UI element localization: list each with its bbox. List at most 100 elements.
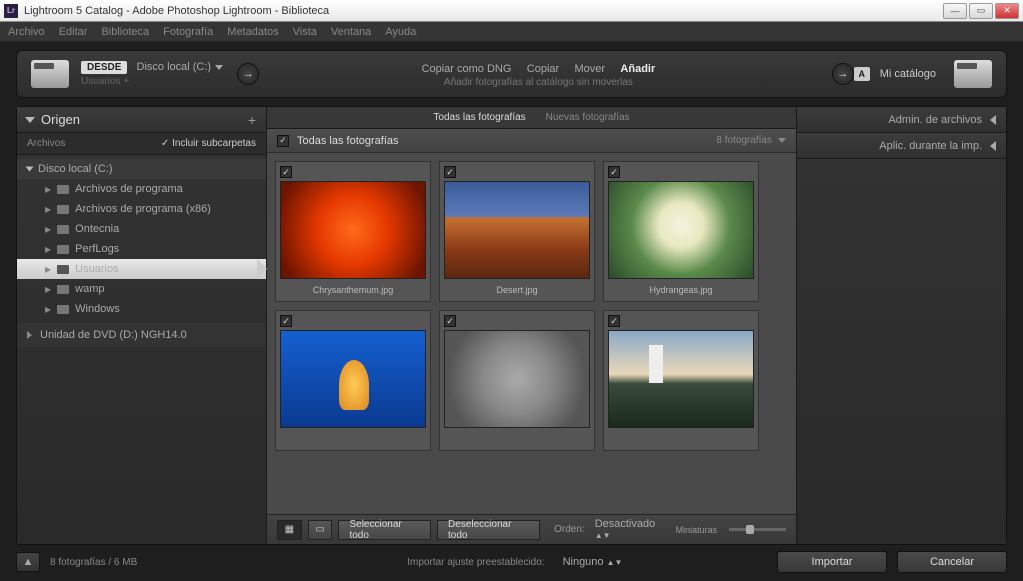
thumb-checkbox[interactable]: ✓ (280, 166, 292, 178)
import-button[interactable]: Importar (777, 551, 887, 573)
menu-ayuda[interactable]: Ayuda (385, 26, 416, 38)
window-title: Lightroom 5 Catalog - Adobe Photoshop Li… (24, 5, 943, 17)
loupe-view-button[interactable]: ▭ (308, 520, 333, 540)
arrow-icon: ▶ (45, 305, 51, 314)
dest-key-icon: A (854, 67, 870, 81)
tab-all-photos[interactable]: Todas las fotografías (433, 112, 525, 123)
tree-folder[interactable]: ▶wamp (17, 279, 266, 299)
arrow-icon: ▶ (45, 285, 51, 294)
source-path[interactable]: Usuarios + (81, 76, 223, 87)
op-copy-dng[interactable]: Copiar como DNG (422, 63, 512, 75)
tree-folder[interactable]: ▶Windows (17, 299, 266, 319)
folder-icon (57, 185, 69, 194)
menu-bar: Archivo Editar Biblioteca Fotografía Metadat… (0, 22, 1023, 42)
triangle-down-icon[interactable] (778, 138, 786, 143)
maximize-button[interactable]: ▭ (969, 3, 993, 19)
folder-icon (57, 285, 69, 294)
select-all-checkbox[interactable]: ✓ (277, 135, 289, 147)
thumb-checkbox[interactable]: ✓ (280, 315, 292, 327)
footer-stats: 8 fotografías / 6 MB (50, 557, 137, 568)
tab-new-photos[interactable]: Nuevas fotografías (546, 112, 630, 123)
origen-header[interactable]: Origen + (17, 107, 266, 133)
thumbnail-cell[interactable]: ✓ (439, 310, 595, 451)
arrow-icon: ▶ (45, 185, 51, 194)
menu-editar[interactable]: Editar (59, 26, 88, 38)
import-header: DESDE Disco local (C:) Usuarios + → Copi… (16, 50, 1007, 98)
grid-view-button[interactable]: ▦ (277, 520, 302, 540)
arrow-right-icon[interactable]: → (832, 63, 854, 85)
thumbnail-filename (608, 434, 754, 446)
thumbnail-image (444, 181, 590, 279)
tree-folder[interactable]: ▶Archivos de programa (17, 179, 266, 199)
thumb-checkbox[interactable]: ✓ (444, 315, 456, 327)
arrow-icon: ▶ (45, 205, 51, 214)
plus-icon[interactable]: + (248, 112, 256, 128)
source-badge: DESDE (81, 61, 127, 74)
thumbnail-size-slider[interactable] (729, 528, 786, 531)
triangle-left-icon (990, 141, 996, 151)
folder-icon (57, 265, 69, 274)
menu-archivo[interactable]: Archivo (8, 26, 45, 38)
triangle-icon (26, 167, 34, 172)
tree-dvd[interactable]: Unidad de DVD (D:) NGH14.0 (17, 323, 266, 347)
menu-biblioteca[interactable]: Biblioteca (101, 26, 149, 38)
aplic-import-header[interactable]: Aplic. durante la imp. (797, 133, 1006, 159)
dest-drive-icon (954, 60, 992, 88)
thumbnail-cell[interactable]: ✓ Hydrangeas.jpg (603, 161, 759, 302)
folder-tree: Disco local (C:) ▶Archivos de programa▶A… (17, 155, 266, 351)
left-panel: Origen + Archivos Incluir subcarpetas Di… (17, 107, 267, 544)
collapse-button[interactable]: ▲ (16, 552, 40, 572)
close-button[interactable]: ✕ (995, 3, 1019, 19)
archivos-label: Archivos (27, 138, 65, 149)
source-disk-select[interactable]: Disco local (C:) (137, 61, 224, 73)
thumbnails-label: Miniaturas (676, 525, 718, 535)
tree-folder[interactable]: ▶PerfLogs (17, 239, 266, 259)
order-label: Orden: (554, 524, 585, 535)
thumbnail-cell[interactable]: ✓Desert.jpg (439, 161, 595, 302)
thumb-checkbox[interactable]: ✓ (444, 166, 456, 178)
thumbnail-grid: ✓Chrysanthemum.jpg✓Desert.jpg✓Hydrangeas… (267, 153, 796, 514)
menu-metadatos[interactable]: Metadatos (227, 26, 278, 38)
menu-ventana[interactable]: Ventana (331, 26, 371, 38)
op-subtitle: Añadir fotografías al catálogo sin mover… (259, 77, 818, 88)
thumbnail-cell[interactable]: ✓ (275, 310, 431, 451)
op-copy[interactable]: Copiar (527, 63, 559, 75)
tree-folder[interactable]: ▶Usuarios (17, 259, 266, 279)
thumbnail-image (608, 181, 754, 279)
filter-bar: ✓ Todas las fotografías 8 fotografías (267, 129, 796, 153)
thumbnail-filename (444, 434, 590, 446)
include-subfolders-checkbox[interactable]: Incluir subcarpetas (161, 138, 256, 149)
op-move[interactable]: Mover (575, 63, 606, 75)
thumbnail-cell[interactable]: ✓Chrysanthemum.jpg (275, 161, 431, 302)
import-operations: Copiar como DNG Copiar Mover Añadir (259, 61, 818, 75)
right-panel: Admin. de archivos Aplic. durante la imp… (796, 107, 1006, 544)
folder-icon (57, 225, 69, 234)
tree-folder[interactable]: ▶Ontecnia (17, 219, 266, 239)
thumbnail-cell[interactable]: ✓ (603, 310, 759, 451)
thumbnail-image (280, 181, 426, 279)
cancel-button[interactable]: Cancelar (897, 551, 1007, 573)
minimize-button[interactable]: — (943, 3, 967, 19)
menu-fotografía[interactable]: Fotografía (163, 26, 213, 38)
op-add[interactable]: Añadir (620, 63, 655, 75)
dest-label: Mi catálogo (880, 68, 936, 80)
admin-archivos-header[interactable]: Admin. de archivos (797, 107, 1006, 133)
arrow-right-icon[interactable]: → (237, 63, 259, 85)
select-all-button[interactable]: Seleccionar todo (338, 520, 431, 540)
deselect-all-button[interactable]: Deseleccionar todo (437, 520, 540, 540)
thumbnail-filename (280, 434, 426, 446)
window-titlebar: Lr Lightroom 5 Catalog - Adobe Photoshop… (0, 0, 1023, 22)
preset-label: Importar ajuste preestablecido: (407, 557, 544, 568)
center-panel: Todas las fotografías Nuevas fotografías… (267, 107, 796, 544)
tree-root[interactable]: Disco local (C:) (17, 159, 266, 179)
order-select[interactable]: Desactivado ▲▼ (595, 518, 670, 541)
tree-folder[interactable]: ▶Archivos de programa (x86) (17, 199, 266, 219)
thumb-checkbox[interactable]: ✓ (608, 315, 620, 327)
thumb-checkbox[interactable]: ✓ (608, 166, 620, 178)
preset-select[interactable]: Ninguno ▲▼ (563, 556, 623, 568)
photo-tabs: Todas las fotografías Nuevas fotografías (267, 107, 796, 129)
menu-vista[interactable]: Vista (293, 26, 317, 38)
thumbnail-filename: Hydrangeas.jpg (608, 285, 754, 297)
folder-icon (57, 245, 69, 254)
arrow-icon: ▶ (45, 225, 51, 234)
